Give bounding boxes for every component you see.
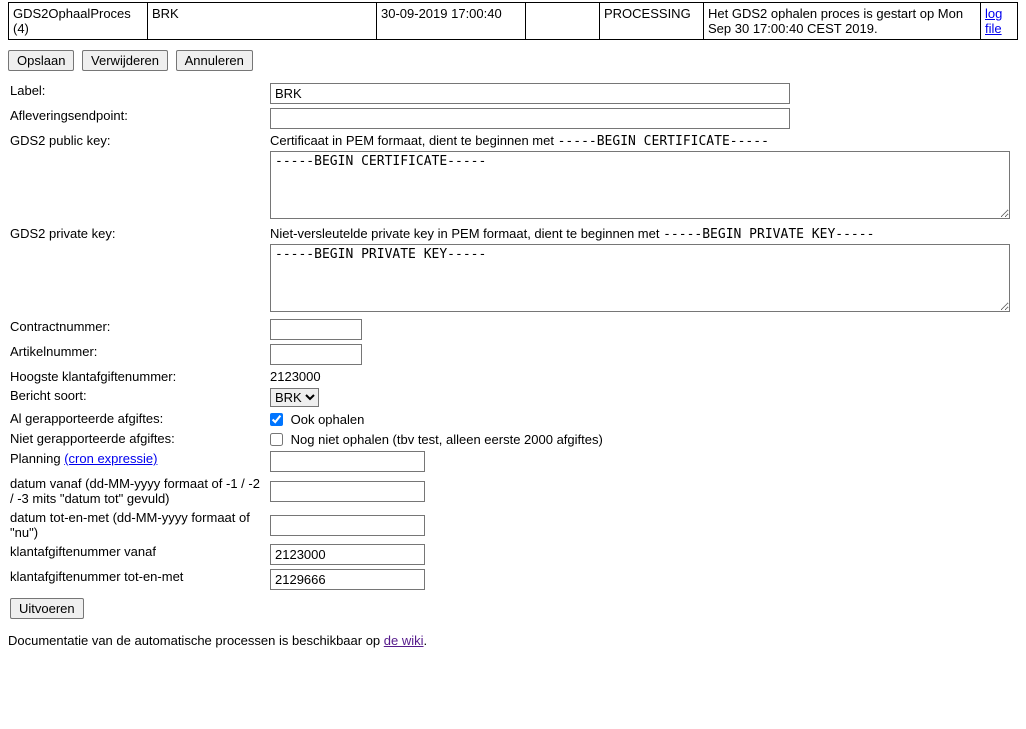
message-cell: Het GDS2 ophalen proces is gestart op Mo… <box>704 3 981 40</box>
status-cell: PROCESSING <box>600 3 704 40</box>
de-wiki-link[interactable]: de wiki <box>384 633 424 648</box>
pubkey-hint: Certificaat in PEM formaat, dient te beg… <box>270 133 1010 149</box>
table-row: GDS2OphaalProces (4) BRK 30-09-2019 17:0… <box>9 3 1018 40</box>
process-status-table: GDS2OphaalProces (4) BRK 30-09-2019 17:0… <box>8 2 1018 40</box>
privkey-label: GDS2 private key: <box>8 224 268 317</box>
pubkey-hint-text: Certificaat in PEM formaat, dient te beg… <box>270 133 558 148</box>
hoogste-value: 2123000 <box>268 367 1012 386</box>
label-input[interactable] <box>270 83 790 104</box>
name-cell: BRK <box>148 3 377 40</box>
datum-tot-label: datum tot-en-met (dd-MM-yyyy formaat of … <box>8 508 268 542</box>
planning-input[interactable] <box>270 451 425 472</box>
logfile-cell: log file <box>981 3 1018 40</box>
contractnr-input[interactable] <box>270 319 362 340</box>
pubkey-label: GDS2 public key: <box>8 131 268 224</box>
klant-tot-label: klantafgiftenummer tot-en-met <box>8 567 268 592</box>
privkey-hint: Niet-versleutelde private key in PEM for… <box>270 226 1010 242</box>
privkey-textarea[interactable] <box>270 244 1010 312</box>
edit-form: Label: Afleveringsendpoint: GDS2 public … <box>8 81 1012 621</box>
al-gerapporteerde-label: Al gerapporteerde afgiftes: <box>8 409 268 429</box>
process-cell: GDS2OphaalProces (4) <box>9 3 148 40</box>
delete-button[interactable]: Verwijderen <box>82 50 168 71</box>
datetime-cell: 30-09-2019 17:00:40 <box>377 3 526 40</box>
endpoint-input[interactable] <box>270 108 790 129</box>
berichtsoort-select[interactable]: BRK <box>270 388 319 407</box>
klant-vanaf-label: klantafgiftenummer vanaf <box>8 542 268 567</box>
al-gerapporteerde-checkbox[interactable] <box>270 413 283 426</box>
documentation-line: Documentatie van de automatische process… <box>8 633 1018 648</box>
datum-vanaf-label: datum vanaf (dd-MM-yyyy formaat of -1 / … <box>8 474 268 508</box>
cron-expressie-link[interactable]: (cron expressie) <box>64 451 157 466</box>
niet-gerapporteerde-checkbox[interactable] <box>270 433 283 446</box>
klant-vanaf-input[interactable] <box>270 544 425 565</box>
cancel-button[interactable]: Annuleren <box>176 50 253 71</box>
pubkey-hint-mono: -----BEGIN CERTIFICATE----- <box>558 134 769 149</box>
logfile-link[interactable]: log file <box>985 6 1002 36</box>
artikelnr-label: Artikelnummer: <box>8 342 268 367</box>
privkey-hint-text: Niet-versleutelde private key in PEM for… <box>270 226 663 241</box>
endpoint-label: Afleveringsendpoint: <box>8 106 268 131</box>
datum-tot-input[interactable] <box>270 515 425 536</box>
privkey-hint-mono: -----BEGIN PRIVATE KEY----- <box>663 227 874 242</box>
niet-gerapporteerde-label: Niet gerapporteerde afgiftes: <box>8 429 268 449</box>
save-button[interactable]: Opslaan <box>8 50 74 71</box>
hoogste-label: Hoogste klantafgiftenummer: <box>8 367 268 386</box>
empty-cell <box>526 3 600 40</box>
contractnr-label: Contractnummer: <box>8 317 268 342</box>
niet-gerapporteerde-text: Nog niet ophalen (tbv test, alleen eerst… <box>291 432 603 447</box>
documentation-pre: Documentatie van de automatische process… <box>8 633 384 648</box>
klant-tot-input[interactable] <box>270 569 425 590</box>
berichtsoort-label: Bericht soort: <box>8 386 268 409</box>
artikelnr-input[interactable] <box>270 344 362 365</box>
planning-label-cell: Planning (cron expressie) <box>8 449 268 474</box>
documentation-post: . <box>424 633 428 648</box>
execute-button[interactable]: Uitvoeren <box>10 598 84 619</box>
label-label: Label: <box>8 81 268 106</box>
planning-label: Planning <box>10 451 64 466</box>
datum-vanaf-input[interactable] <box>270 481 425 502</box>
action-button-row: Opslaan Verwijderen Annuleren <box>8 50 1018 71</box>
al-gerapporteerde-text: Ook ophalen <box>291 412 365 427</box>
pubkey-textarea[interactable] <box>270 151 1010 219</box>
